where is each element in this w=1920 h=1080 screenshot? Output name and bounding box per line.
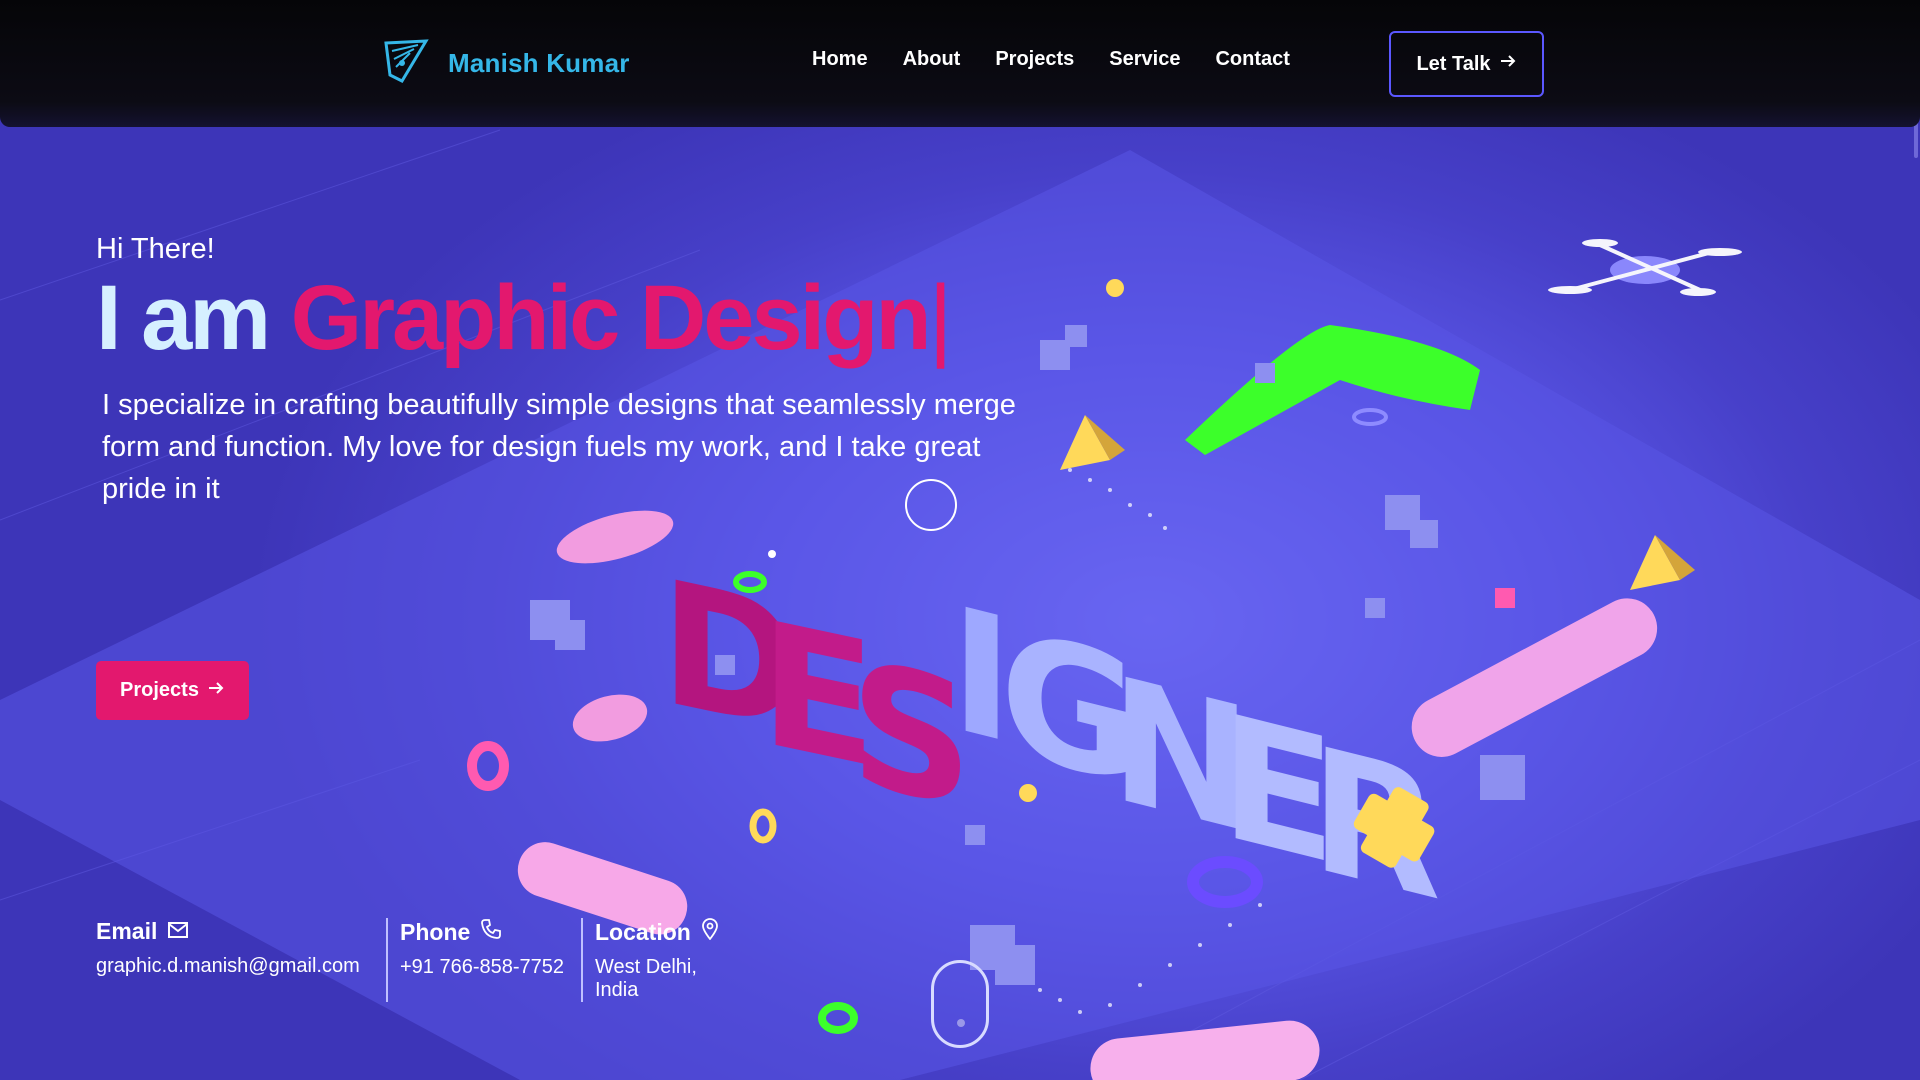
- contact-email-value[interactable]: graphic.d.manish@gmail.com: [96, 955, 374, 978]
- pen-nib-logo-icon: [382, 37, 430, 90]
- nav-service[interactable]: Service: [1109, 48, 1180, 71]
- contact-phone-label: Phone: [400, 918, 471, 945]
- lets-talk-label: Let Talk: [1416, 52, 1491, 75]
- contact-phone: Phone +91 766-858-7752: [386, 918, 581, 1002]
- scroll-down-mouse-icon[interactable]: [931, 960, 989, 1048]
- contact-email: Email graphic.d.manish@gmail.com: [96, 918, 386, 1002]
- nav-projects[interactable]: Projects: [995, 48, 1074, 71]
- nav-home[interactable]: Home: [812, 48, 868, 71]
- mail-icon: [167, 918, 189, 945]
- site-header: Manish Kumar Home About Projects Service…: [0, 0, 1920, 127]
- custom-cursor-ring: [905, 479, 957, 531]
- contact-location: Location West Delhi, India: [581, 918, 751, 1002]
- contact-phone-value[interactable]: +91 766-858-7752: [400, 956, 569, 979]
- projects-button-label: Projects: [120, 679, 199, 701]
- contact-location-value: West Delhi, India: [595, 956, 697, 1001]
- hero-greeting: Hi There!: [96, 233, 215, 265]
- nav-about[interactable]: About: [903, 48, 961, 71]
- mouse-wheel-dot: [957, 1019, 965, 1027]
- contact-location-label: Location: [595, 918, 691, 945]
- hero-headline: I am Graphic Design|: [96, 263, 953, 373]
- contact-email-label: Email: [96, 918, 158, 944]
- headline-lead: I am: [96, 267, 271, 369]
- custom-cursor-dot: [768, 550, 776, 558]
- arrow-right-icon: [207, 679, 225, 703]
- lets-talk-button[interactable]: Let Talk: [1389, 31, 1544, 97]
- location-pin-icon: [701, 918, 719, 946]
- phone-icon: [480, 918, 502, 946]
- typing-caret: |: [928, 267, 953, 369]
- brand[interactable]: Manish Kumar: [382, 38, 630, 88]
- brand-title: Manish Kumar: [448, 47, 630, 78]
- main-nav: Home About Projects Service Contact: [812, 48, 1290, 71]
- headline-typed-text: Graphic Design: [290, 267, 932, 369]
- contact-info: Email graphic.d.manish@gmail.com Phone +…: [96, 918, 751, 1002]
- nav-contact[interactable]: Contact: [1215, 48, 1289, 71]
- projects-button[interactable]: Projects: [96, 661, 249, 720]
- arrow-right-icon: [1499, 52, 1517, 76]
